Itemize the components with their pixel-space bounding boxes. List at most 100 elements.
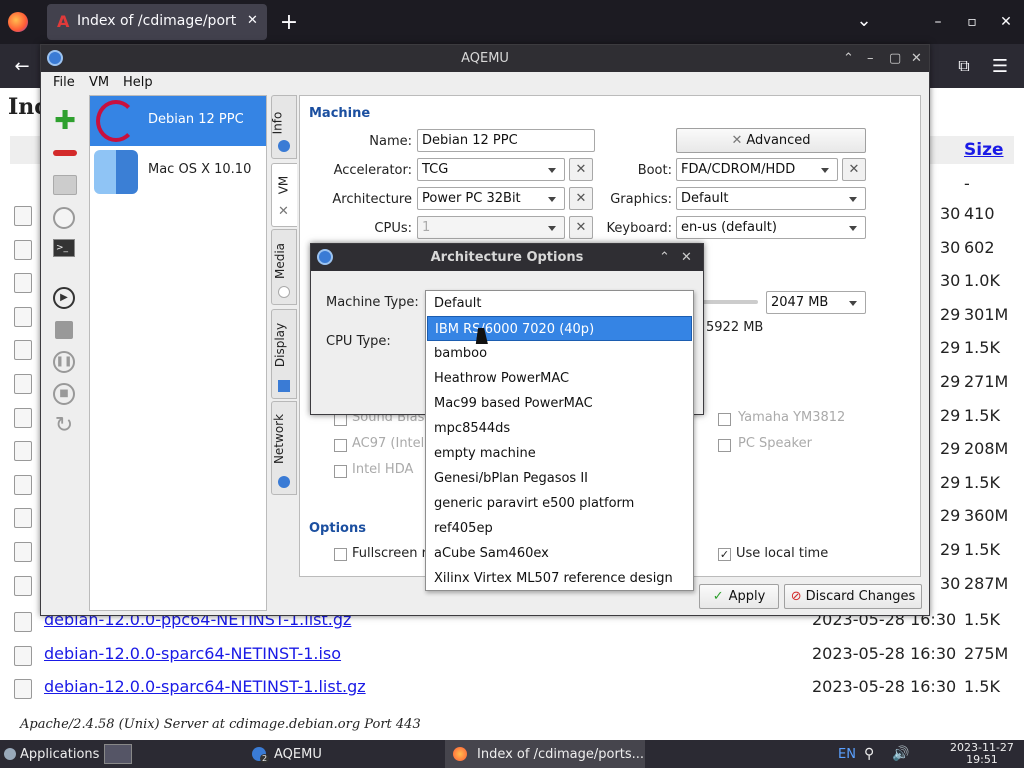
- new-tab-button[interactable]: +: [273, 6, 305, 38]
- file-icon: [14, 374, 32, 394]
- architecture-combo[interactable]: Power PC 32Bit: [417, 187, 565, 210]
- tab-close-icon[interactable]: ✕: [247, 13, 258, 28]
- tab-network[interactable]: Network: [271, 401, 297, 495]
- tab-display[interactable]: Display: [271, 309, 297, 399]
- fullscreen-checkbox[interactable]: [334, 548, 347, 561]
- machine-type-option[interactable]: aCube Sam460ex: [427, 541, 692, 566]
- machine-type-option[interactable]: IBM RS/6000 7020 (40p): [427, 316, 692, 341]
- machine-type-option[interactable]: mpc8544ds: [427, 416, 692, 441]
- tab-vm[interactable]: VM ✕: [271, 163, 297, 227]
- tab-info[interactable]: Info: [270, 95, 297, 159]
- debian-swirl-icon: [96, 100, 136, 142]
- machine-type-option[interactable]: ref405ep: [427, 516, 692, 541]
- vm-item-debian[interactable]: Debian 12 PPC: [90, 96, 266, 146]
- local-time-label: Use local time: [736, 546, 829, 561]
- add-vm-icon[interactable]: ✚: [53, 108, 77, 134]
- menu-file[interactable]: File: [47, 72, 81, 94]
- discard-changes-button[interactable]: ⊘ Discard Changes: [784, 584, 922, 609]
- machine-type-option[interactable]: Heathrow PowerMAC: [427, 366, 692, 391]
- back-button[interactable]: ←: [6, 50, 38, 82]
- network-icon: [278, 476, 290, 488]
- memory-slider[interactable]: [700, 300, 758, 304]
- vm-toolbar: ✚ >_ ▶ ❚❚ ■ ↻: [43, 95, 87, 615]
- row-size: 208M: [964, 439, 1009, 459]
- taskbar-aqemu[interactable]: 2 AQEMU: [252, 740, 322, 768]
- keyboard-layout-indicator[interactable]: EN: [838, 740, 856, 768]
- window-minimize-button[interactable]: –: [922, 6, 954, 38]
- terminal-icon[interactable]: >_: [53, 239, 75, 257]
- pc-speaker-checkbox[interactable]: [718, 439, 731, 452]
- pause-vm-icon[interactable]: ❚❚: [53, 351, 75, 373]
- name-input[interactable]: Debian 12 PPC: [417, 129, 595, 152]
- cpus-tools-icon[interactable]: ✕: [569, 216, 593, 239]
- window-maximize-button[interactable]: ▫: [956, 6, 988, 38]
- arch-collapse-icon[interactable]: ⌃: [659, 244, 670, 271]
- aqemu-close-button[interactable]: ✕: [911, 45, 922, 72]
- taskbar-firefox[interactable]: Index of /cdimage/ports...: [445, 740, 645, 768]
- reset-vm-icon[interactable]: ↻: [53, 415, 75, 437]
- stop-vm-icon[interactable]: ■: [53, 383, 75, 405]
- window-close-button[interactable]: ✕: [990, 6, 1022, 38]
- keyboard-combo[interactable]: en-us (default): [676, 216, 866, 239]
- arch-close-button[interactable]: ✕: [681, 244, 692, 271]
- size-column-header[interactable]: Size: [964, 140, 1004, 160]
- ac97-checkbox[interactable]: [334, 439, 347, 452]
- save-state-icon[interactable]: [55, 321, 73, 339]
- intel-hda-checkbox[interactable]: [334, 465, 347, 478]
- machine-type-label: Machine Type:: [326, 295, 419, 310]
- aqemu-maximize-button[interactable]: ▢: [889, 45, 901, 72]
- aqemu-collapse-icon[interactable]: ⌃: [843, 45, 854, 72]
- hdd-icon[interactable]: [53, 175, 77, 195]
- firefox-icon[interactable]: [8, 12, 28, 32]
- menu-vm[interactable]: VM: [83, 72, 115, 94]
- file-link[interactable]: debian-12.0.0-sparc64-NETINST-1.list.gz: [44, 677, 366, 696]
- machine-type-option[interactable]: Genesi/bPlan Pegasos II: [427, 466, 692, 491]
- start-vm-icon[interactable]: ▶: [53, 287, 75, 309]
- applications-menu[interactable]: Applications: [4, 740, 99, 768]
- machine-type-option[interactable]: empty machine: [427, 441, 692, 466]
- machine-type-option[interactable]: Default: [427, 291, 692, 316]
- mac-finder-icon: [94, 150, 138, 194]
- firefox-tab-bar: A Index of /cdimage/ports/ ✕ + ⌄ – ▫ ✕: [0, 0, 1024, 44]
- file-link[interactable]: debian-12.0.0-sparc64-NETINST-1.iso: [44, 644, 341, 663]
- tab-media[interactable]: Media: [271, 229, 297, 305]
- architecture-tools-icon[interactable]: ✕: [569, 187, 593, 210]
- clock[interactable]: 2023-11-27 19:51: [950, 742, 1014, 766]
- local-time-checkbox[interactable]: ✓: [718, 548, 731, 561]
- tab-list-icon[interactable]: ⌄: [848, 4, 880, 36]
- advanced-button[interactable]: ✕ Advanced: [676, 128, 866, 153]
- boot-tools-icon[interactable]: ✕: [842, 158, 866, 181]
- yamaha-checkbox[interactable]: [718, 413, 731, 426]
- menu-help[interactable]: Help: [117, 72, 159, 94]
- remove-vm-icon[interactable]: [53, 150, 77, 156]
- vm-item-macos[interactable]: Mac OS X 10.10: [90, 146, 266, 196]
- row-time-fragment: 29: [940, 506, 961, 526]
- aqemu-minimize-button[interactable]: –: [867, 45, 874, 72]
- apply-button[interactable]: ✓ Apply: [699, 584, 779, 609]
- archive-file-icon: [14, 612, 32, 632]
- server-footer: Apache/2.4.58 (Unix) Server at cdimage.d…: [20, 717, 421, 732]
- row-size: 410: [964, 204, 995, 223]
- graphics-combo[interactable]: Default: [676, 187, 866, 210]
- iso-file-icon: [14, 645, 32, 666]
- row-size: 301M: [964, 304, 1009, 324]
- show-desktop-button[interactable]: [104, 740, 132, 768]
- clock-icon[interactable]: [53, 207, 75, 229]
- boot-combo[interactable]: FDA/CDROM/HDD: [676, 158, 838, 181]
- browser-tab[interactable]: A Index of /cdimage/ports/ ✕: [47, 4, 267, 40]
- network-tray-icon[interactable]: ⚲: [864, 740, 874, 768]
- app-menu-icon[interactable]: ☰: [984, 50, 1016, 82]
- machine-type-option[interactable]: generic paravirt e500 platform: [427, 491, 692, 516]
- accelerator-combo[interactable]: TCG: [417, 158, 565, 181]
- machine-type-option[interactable]: bamboo: [427, 341, 692, 366]
- memory-combo[interactable]: 2047 MB: [766, 291, 866, 314]
- extensions-puzzle-icon[interactable]: ⧉: [948, 50, 980, 82]
- accelerator-tools-icon[interactable]: ✕: [569, 158, 593, 181]
- volume-tray-icon[interactable]: 🔊: [892, 740, 909, 768]
- free-memory-value: 5922 MB: [706, 320, 764, 335]
- machine-type-option[interactable]: Xilinx Virtex ML507 reference design: [427, 566, 692, 591]
- arch-dialog-title: Architecture Options: [430, 250, 584, 265]
- cpus-spinbox[interactable]: 1: [417, 216, 565, 239]
- row-date: 2023-05-28 16:30: [812, 677, 957, 696]
- machine-type-option[interactable]: Mac99 based PowerMAC: [427, 391, 692, 416]
